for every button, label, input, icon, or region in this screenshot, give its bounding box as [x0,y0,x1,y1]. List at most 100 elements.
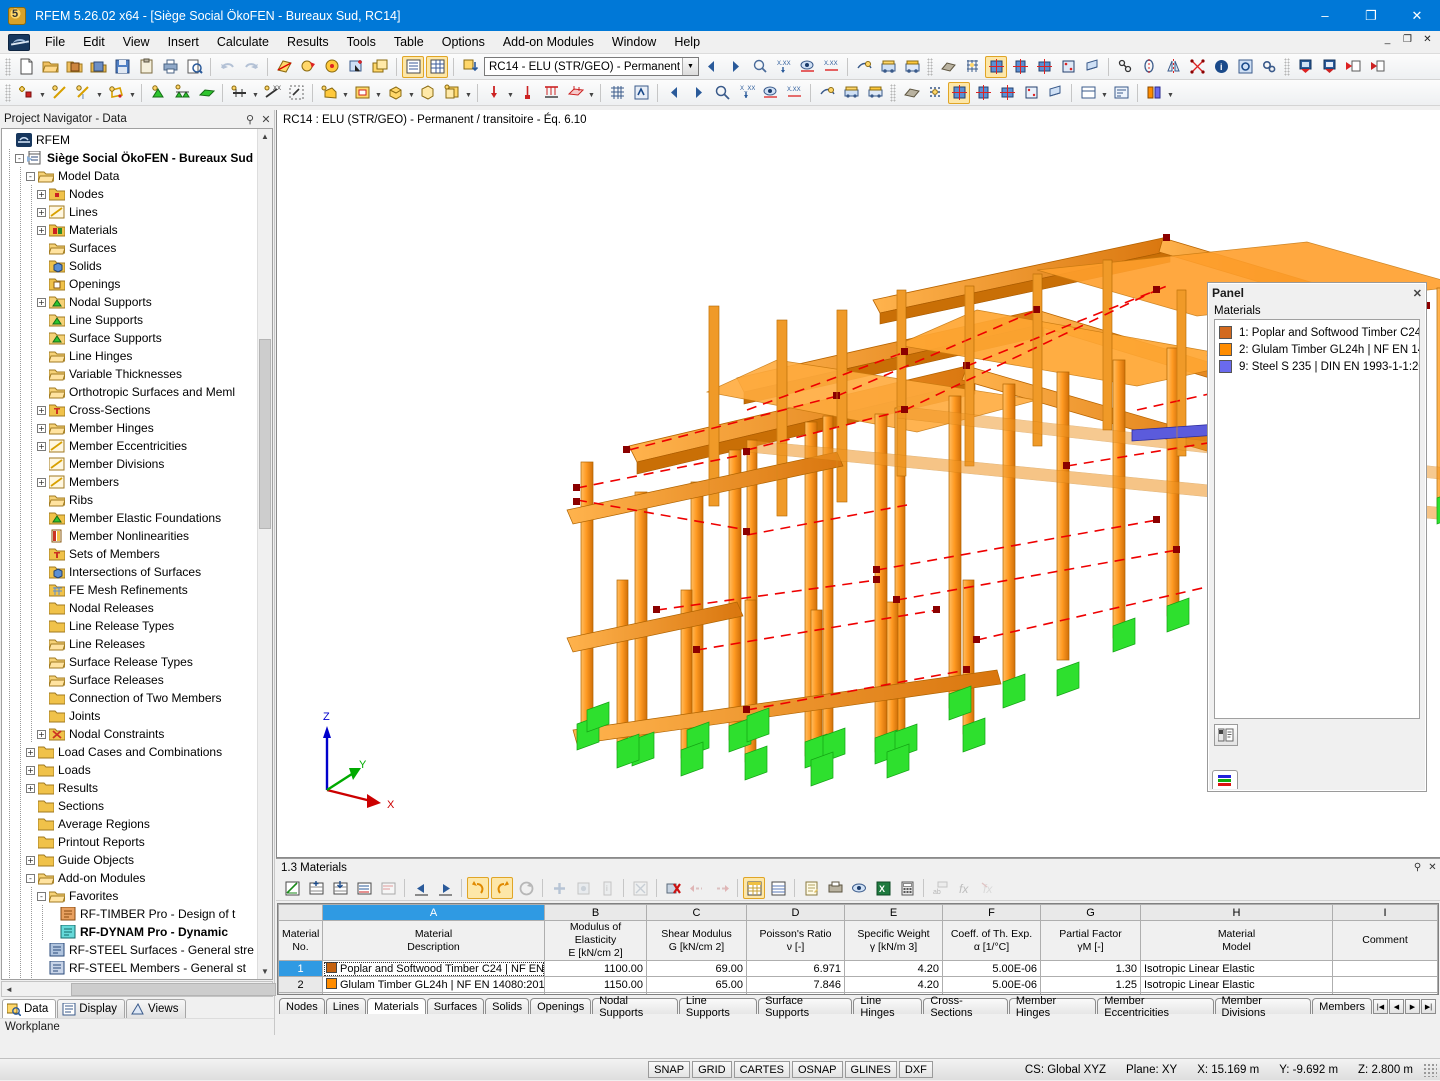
menu-tools[interactable]: Tools [338,32,385,52]
tree-item-solids[interactable]: Solids [4,257,272,275]
tree-expander[interactable]: + [26,766,35,775]
redo-button[interactable] [240,56,262,78]
column-letter-B[interactable]: B [545,905,647,921]
cell-poissons-ratio[interactable]: 7.846 [747,977,845,993]
navigator-tab-views[interactable]: Views [126,999,186,1018]
new-line-support-button[interactable] [171,82,193,104]
toolbar-grip-2[interactable] [927,58,933,76]
cell-coeff-thermal[interactable]: 5.00E-06 [943,977,1041,993]
tree-item-lines[interactable]: +Lines [4,203,272,221]
navigator-vertical-scrollbar[interactable]: ▲ ▼ [257,129,272,979]
clipboard-button[interactable] [135,56,157,78]
scrollbar-thumb[interactable] [259,339,271,529]
dim-values-button[interactable]: X_XX [735,82,757,104]
tree-item-loads[interactable]: +Loads [4,761,272,779]
generate-mesh-button[interactable] [606,82,628,104]
render-model-button[interactable] [853,56,875,78]
navigator-horizontal-scrollbar[interactable]: ◄ ► [1,981,273,997]
column-letter-F[interactable]: F [943,905,1041,921]
undo-button[interactable] [216,56,238,78]
tree-item-line-supports[interactable]: Line Supports [4,311,272,329]
tree-item-nodes[interactable]: +Nodes [4,185,272,203]
info-button[interactable]: i [1210,56,1232,78]
rotate-view-button[interactable] [297,56,319,78]
tree-item-connection-of-two-members[interactable]: Connection of Two Members [4,689,272,707]
table-tab-member-eccentricities[interactable]: Member Eccentricities [1097,998,1213,1014]
tree-item-joints[interactable]: Joints [4,707,272,725]
tree-item-line-releases[interactable]: Line Releases [4,635,272,653]
load-case-combo[interactable]: RC14 - ELU (STR/GEO) - Permanent / tra ▼ [484,57,699,76]
close-button[interactable]: ✕ [1394,0,1440,31]
column-letter-E[interactable]: E [845,905,943,921]
print-report-button[interactable] [1342,56,1364,78]
new-surface-button[interactable] [105,82,127,104]
table-tab-lines[interactable]: Lines [326,998,366,1014]
tree-item-guide-objects[interactable]: +Guide Objects [4,851,272,869]
show-deformation-button[interactable] [748,56,770,78]
next-page-button[interactable]: ▶ [1405,999,1420,1014]
toolbar2-grip-2[interactable] [890,84,896,102]
column-letter-H[interactable]: H [1141,905,1333,921]
table-rename-button[interactable]: ab [929,877,951,899]
table-add-button[interactable] [548,877,570,899]
scale-button[interactable] [1186,56,1208,78]
status-button-snap[interactable]: SNAP [648,1061,690,1078]
new-surface-dropdown[interactable]: ▼ [128,82,137,104]
load-case-display-button[interactable] [840,82,862,104]
gears-button[interactable] [1258,56,1280,78]
calculate-button[interactable] [630,82,652,104]
table-tab-materials[interactable]: Materials [367,998,426,1014]
navigator-close-icon[interactable]: ✕ [258,113,274,126]
save-button[interactable] [111,56,133,78]
tree-expander[interactable]: - [15,154,24,163]
new-window-button[interactable] [369,56,391,78]
new-load-dropdown[interactable]: ▼ [506,82,515,104]
table-redo-button[interactable] [491,877,513,899]
result-values-button[interactable]: X.XX [820,56,842,78]
tree-item-rf-steel-members-general-st[interactable]: RF-STEEL Members - General st [4,959,272,977]
row-material-no[interactable]: 9 [279,993,323,996]
table-info-button[interactable]: i [596,877,618,899]
view-left-button[interactable] [663,82,685,104]
duplicate-dropdown[interactable]: ▼ [464,82,473,104]
status-button-dxf[interactable]: DXF [899,1061,933,1078]
load-display-button[interactable] [877,56,899,78]
front-view-button[interactable] [972,82,994,104]
member-selection-button[interactable] [285,82,307,104]
table-calculator-button[interactable] [896,877,918,899]
new-opening-button[interactable] [351,82,373,104]
column-letter-I[interactable]: I [1333,905,1438,921]
mirror-button[interactable] [1162,56,1184,78]
camera-view-button[interactable] [1044,82,1066,104]
chevron-down-icon[interactable]: ▼ [682,58,698,75]
table-tab-surface-supports[interactable]: Surface Supports [758,998,852,1014]
panel-close-icon[interactable]: ✕ [1413,287,1422,300]
table-sort-button[interactable] [353,877,375,899]
tree-expander[interactable]: + [37,424,46,433]
table-next-page-button[interactable] [434,877,456,899]
table-pin-icon[interactable]: ⚲ [1410,862,1425,873]
table-move-right-button[interactable] [710,877,732,899]
table-close-icon[interactable]: ✕ [1425,862,1440,873]
new-member-xx-button[interactable]: XX [261,82,283,104]
menu-file[interactable]: File [36,32,74,52]
rotate-around-point-button[interactable] [321,56,343,78]
materials-legend-panel[interactable]: Panel ✕ Materials 1: Poplar and Softwood… [1207,282,1427,792]
table-delete-button[interactable] [662,877,684,899]
table-tab-member-hinges[interactable]: Member Hinges [1009,998,1096,1014]
tree-item-fe-mesh-refinements[interactable]: FE Mesh Refinements [4,581,272,599]
tree-item-line-release-types[interactable]: Line Release Types [4,617,272,635]
table-tab-line-supports[interactable]: Line Supports [679,998,757,1014]
side-view-button[interactable] [996,82,1018,104]
new-file-button[interactable] [15,56,37,78]
menu-results[interactable]: Results [278,32,338,52]
tree-item-average-regions[interactable]: Average Regions [4,815,272,833]
tree-item-members[interactable]: +Members [4,473,272,491]
tree-expander[interactable]: + [26,748,35,757]
cell-material-model[interactable]: Isotropic Linear Elastic [1141,961,1333,977]
status-button-cartes[interactable]: CARTES [734,1061,790,1078]
new-line-dropdown[interactable]: ▼ [95,82,104,104]
tree-item-orthotropic-surfaces-and-meml[interactable]: Orthotropic Surfaces and Meml [4,383,272,401]
print-button[interactable] [159,56,181,78]
tree-item-si-ge-social-kofen-bureaux-sud[interactable]: -Siège Social ÖkoFEN - Bureaux Sud [4,149,272,167]
